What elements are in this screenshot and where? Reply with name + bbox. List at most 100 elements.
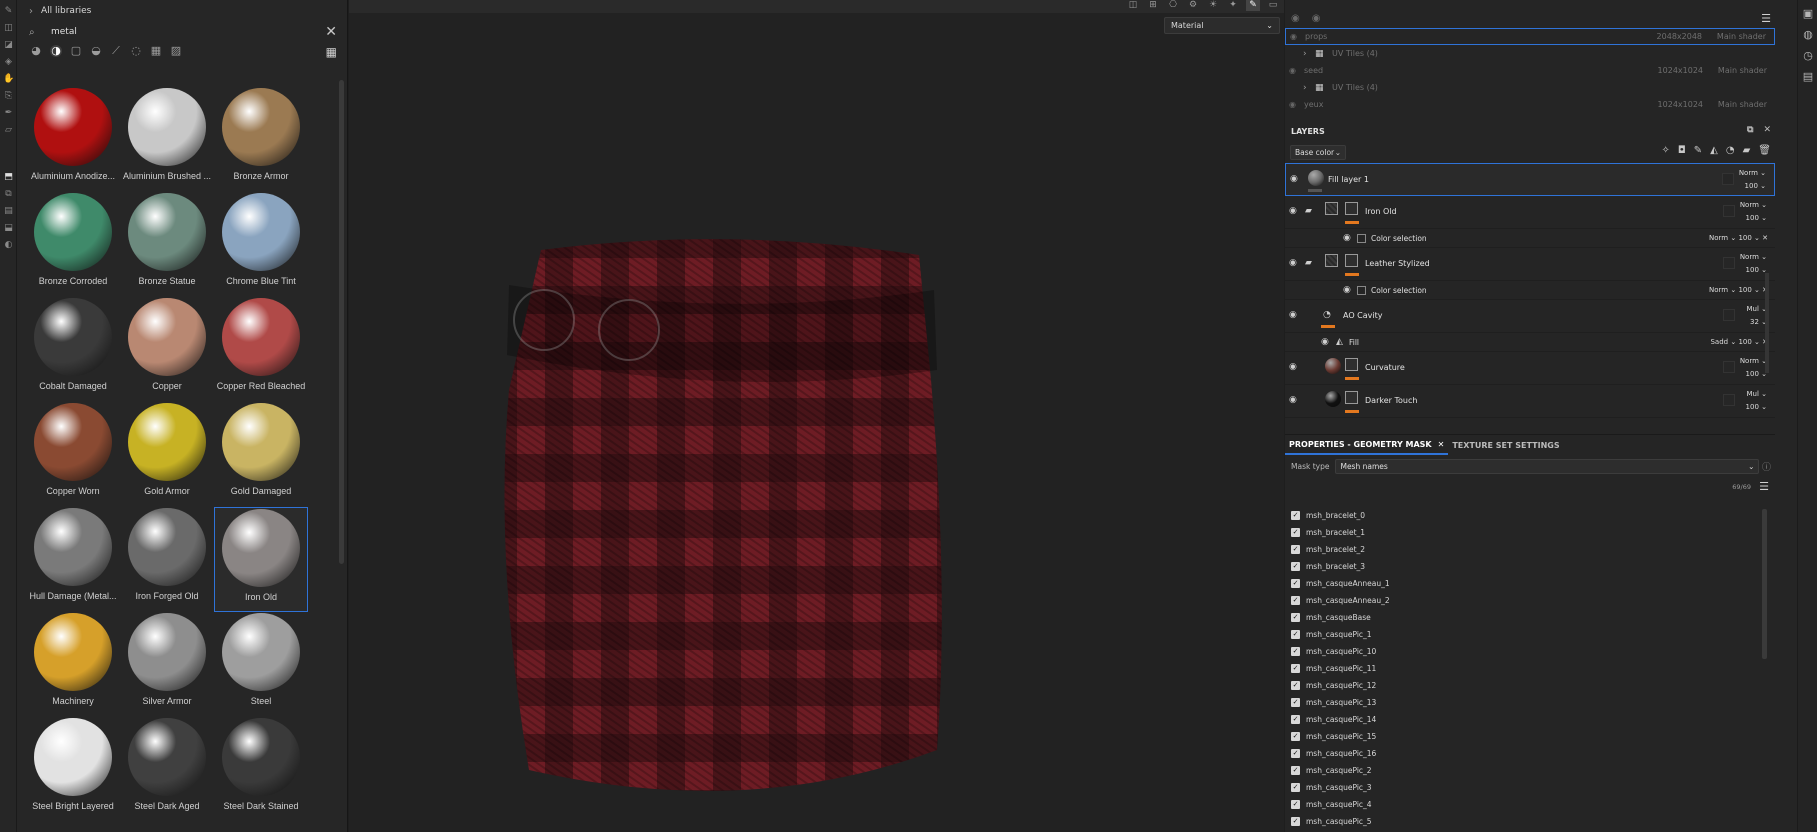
paint-brush-icon[interactable]: ✎ <box>3 6 14 17</box>
asset-search[interactable]: ⌕ metal ✕ <box>23 23 341 41</box>
material-tile[interactable]: Copper <box>120 297 214 402</box>
material-tile[interactable]: Copper Red Bleached <box>214 297 308 402</box>
uv-tiles-row[interactable]: › ▦ UV Tiles (4) <box>1285 79 1775 96</box>
mesh-item[interactable]: ✓ msh_casqueBase <box>1291 609 1751 626</box>
material-tile[interactable]: Steel Bright Layered <box>26 717 120 822</box>
mesh-checkbox[interactable]: ✓ <box>1291 817 1300 826</box>
eye-icon[interactable]: ◉ <box>1291 13 1300 24</box>
info-icon[interactable]: ⓘ <box>1762 460 1771 473</box>
layer-mask-slot[interactable] <box>1723 361 1735 373</box>
material-tile[interactable]: Silver Armor <box>120 612 214 717</box>
material-tile[interactable]: Bronze Statue <box>120 192 214 297</box>
history-icon[interactable]: ◷ <box>1801 49 1815 63</box>
mesh-checkbox[interactable]: ✓ <box>1291 647 1300 656</box>
mesh-item[interactable]: ✓ msh_casqueAnneau_1 <box>1291 575 1751 592</box>
layer-mask-slot[interactable] <box>1723 309 1735 321</box>
mesh-item[interactable]: ✓ msh_casquePic_14 <box>1291 711 1751 728</box>
polygon-fill-icon[interactable]: ▱ <box>3 125 14 136</box>
properties-scrollbar[interactable] <box>1762 509 1767 659</box>
material-tile[interactable]: Aluminium Brushed ... <box>120 87 214 192</box>
layer-row[interactable]: ◉ ▰ Leather Stylized Norm ⌄ 100 ⌄ <box>1285 248 1775 281</box>
material-tile[interactable]: Steel Dark Stained <box>214 717 308 822</box>
mesh-item[interactable]: ✓ msh_casquePic_12 <box>1291 677 1751 694</box>
material-tile[interactable]: Iron Old <box>214 507 308 612</box>
material-tile[interactable]: Gold Armor <box>120 402 214 507</box>
shader-settings-icon[interactable]: ◍ <box>1801 28 1815 42</box>
mesh-item[interactable]: ✓ msh_bracelet_1 <box>1291 524 1751 541</box>
mesh-checkbox[interactable]: ✓ <box>1291 800 1300 809</box>
material-tile[interactable]: Aluminium Anodize... <box>26 87 120 192</box>
filter-particles-icon[interactable]: ◌ <box>130 45 142 57</box>
bake-icon[interactable]: ⬒ <box>3 172 14 183</box>
add-fill-layer-icon[interactable]: ◭ <box>1710 145 1718 156</box>
material-tile[interactable]: Machinery <box>26 612 120 717</box>
layer-blend[interactable]: Mul ⌄ 32 ⌄ <box>1746 303 1767 329</box>
eye-icon[interactable]: ◉ <box>1289 395 1301 405</box>
mesh-icon[interactable]: ◐ <box>3 240 14 251</box>
mesh-list-menu-icon[interactable]: ☰ <box>1759 480 1769 493</box>
mask-effect-row[interactable]: ◉ Color selection Norm ⌄ 100 ⌄ ✕ <box>1285 281 1775 300</box>
viewport-material-dropdown[interactable]: Material ⌄ <box>1164 17 1280 34</box>
channel-dropdown[interactable]: Base color ⌄ <box>1290 144 1346 160</box>
log-icon[interactable]: ▤ <box>1801 70 1815 84</box>
mesh-checkbox[interactable]: ✓ <box>1291 664 1300 673</box>
shader-icon[interactable]: ▤ <box>3 206 14 217</box>
uv-tiles-row[interactable]: › ▦ UV Tiles (4) <box>1285 45 1775 62</box>
material-tile[interactable]: Copper Worn <box>26 402 120 507</box>
float-panel-icon[interactable]: ⧉ <box>1747 125 1753 135</box>
texture-set-row[interactable]: ◉ yeux 1024x1024 Main shader <box>1285 96 1775 113</box>
mesh-checkbox[interactable]: ✓ <box>1291 783 1300 792</box>
add-paint-layer-icon[interactable]: ✎ <box>1694 145 1702 156</box>
layer-row[interactable]: ◉ Curvature Norm ⌄ 100 ⌄ <box>1285 352 1775 385</box>
brush-view-icon[interactable]: ✎ <box>1246 0 1260 11</box>
eye-icon[interactable]: ◉ <box>1343 233 1351 243</box>
mesh-checkbox[interactable]: ✓ <box>1291 630 1300 639</box>
layers-scrollbar[interactable] <box>1765 273 1769 373</box>
layer-mask-slot[interactable] <box>1722 173 1734 185</box>
texture-set-row[interactable]: ◉ seed 1024x1024 Main shader <box>1285 62 1775 79</box>
texture-set-row[interactable]: ◉ props 2048x2048 Main shader <box>1285 28 1775 45</box>
mask-type-dropdown[interactable]: Mesh names ⌄ <box>1335 458 1760 474</box>
filter-smart-materials-icon[interactable]: ◑ <box>50 45 62 57</box>
chevron-right-icon[interactable]: › <box>1303 49 1315 59</box>
mesh-item[interactable]: ✓ msh_casquePic_15 <box>1291 728 1751 745</box>
display-icon[interactable]: ▣ <box>1801 7 1815 21</box>
chevron-right-icon[interactable]: › <box>1303 83 1315 93</box>
material-tile[interactable]: Steel <box>214 612 308 717</box>
settings-icon[interactable]: ⚙ <box>1186 0 1200 11</box>
close-icon[interactable]: ✕ <box>325 24 337 40</box>
add-mask-icon[interactable]: ◘ <box>1678 145 1686 156</box>
light-icon[interactable]: ☀ <box>1206 0 1220 11</box>
geometry-mask-icon[interactable]: ◈ <box>3 57 14 68</box>
search-input[interactable]: metal <box>51 27 77 37</box>
mesh-checkbox[interactable]: ✓ <box>1291 511 1300 520</box>
material-tile[interactable]: Steel Dark Aged <box>120 717 214 822</box>
screenshot-icon[interactable]: ⎔ <box>1166 0 1180 11</box>
mesh-checkbox[interactable]: ✓ <box>1291 749 1300 758</box>
eye-icon[interactable]: ◉ <box>1289 310 1301 320</box>
mesh-item[interactable]: ✓ msh_casquePic_1 <box>1291 626 1751 643</box>
layer-blend[interactable]: Norm ⌄ 100 ⌄ <box>1740 199 1767 225</box>
layout-icon[interactable]: ▭ <box>1266 0 1280 11</box>
eye-icon[interactable]: ◉ <box>1343 285 1351 295</box>
effect-blend[interactable]: Norm ⌄ 100 ⌄ ✕ <box>1709 234 1768 242</box>
layer-blend[interactable]: Norm ⌄ 100 ⌄ <box>1739 167 1766 193</box>
mesh-checkbox[interactable]: ✓ <box>1291 766 1300 775</box>
mesh-item[interactable]: ✓ msh_bracelet_0 <box>1291 507 1751 524</box>
mesh-item[interactable]: ✓ msh_casquePic_5 <box>1291 813 1751 830</box>
mesh-item[interactable]: ✓ msh_casquePic_2 <box>1291 762 1751 779</box>
clone-icon[interactable]: ⎘ <box>3 91 14 102</box>
viewport-3d[interactable]: ◫ ⊞ ⎔ ⚙ ☀ ✦ ✎ ▭ Material ⌄ <box>349 0 1284 832</box>
smudge-icon[interactable]: ✋ <box>3 74 14 85</box>
mesh-checkbox[interactable]: ✓ <box>1291 545 1300 554</box>
mesh-item[interactable]: ✓ msh_bracelet_3 <box>1291 558 1751 575</box>
eye-icon[interactable]: ◉ <box>1289 100 1301 109</box>
eye-icon[interactable]: ◉ <box>1312 13 1321 24</box>
asset-scrollbar[interactable] <box>339 80 344 564</box>
mesh-checkbox[interactable]: ✓ <box>1291 698 1300 707</box>
material-tile[interactable]: Hull Damage (Metal... <box>26 507 120 612</box>
layer-mask-slot[interactable] <box>1723 205 1735 217</box>
eye-icon[interactable]: ◉ <box>1290 32 1302 41</box>
close-icon[interactable]: ✕ <box>1763 125 1771 135</box>
delete-icon[interactable]: 🗑 <box>1758 145 1771 156</box>
